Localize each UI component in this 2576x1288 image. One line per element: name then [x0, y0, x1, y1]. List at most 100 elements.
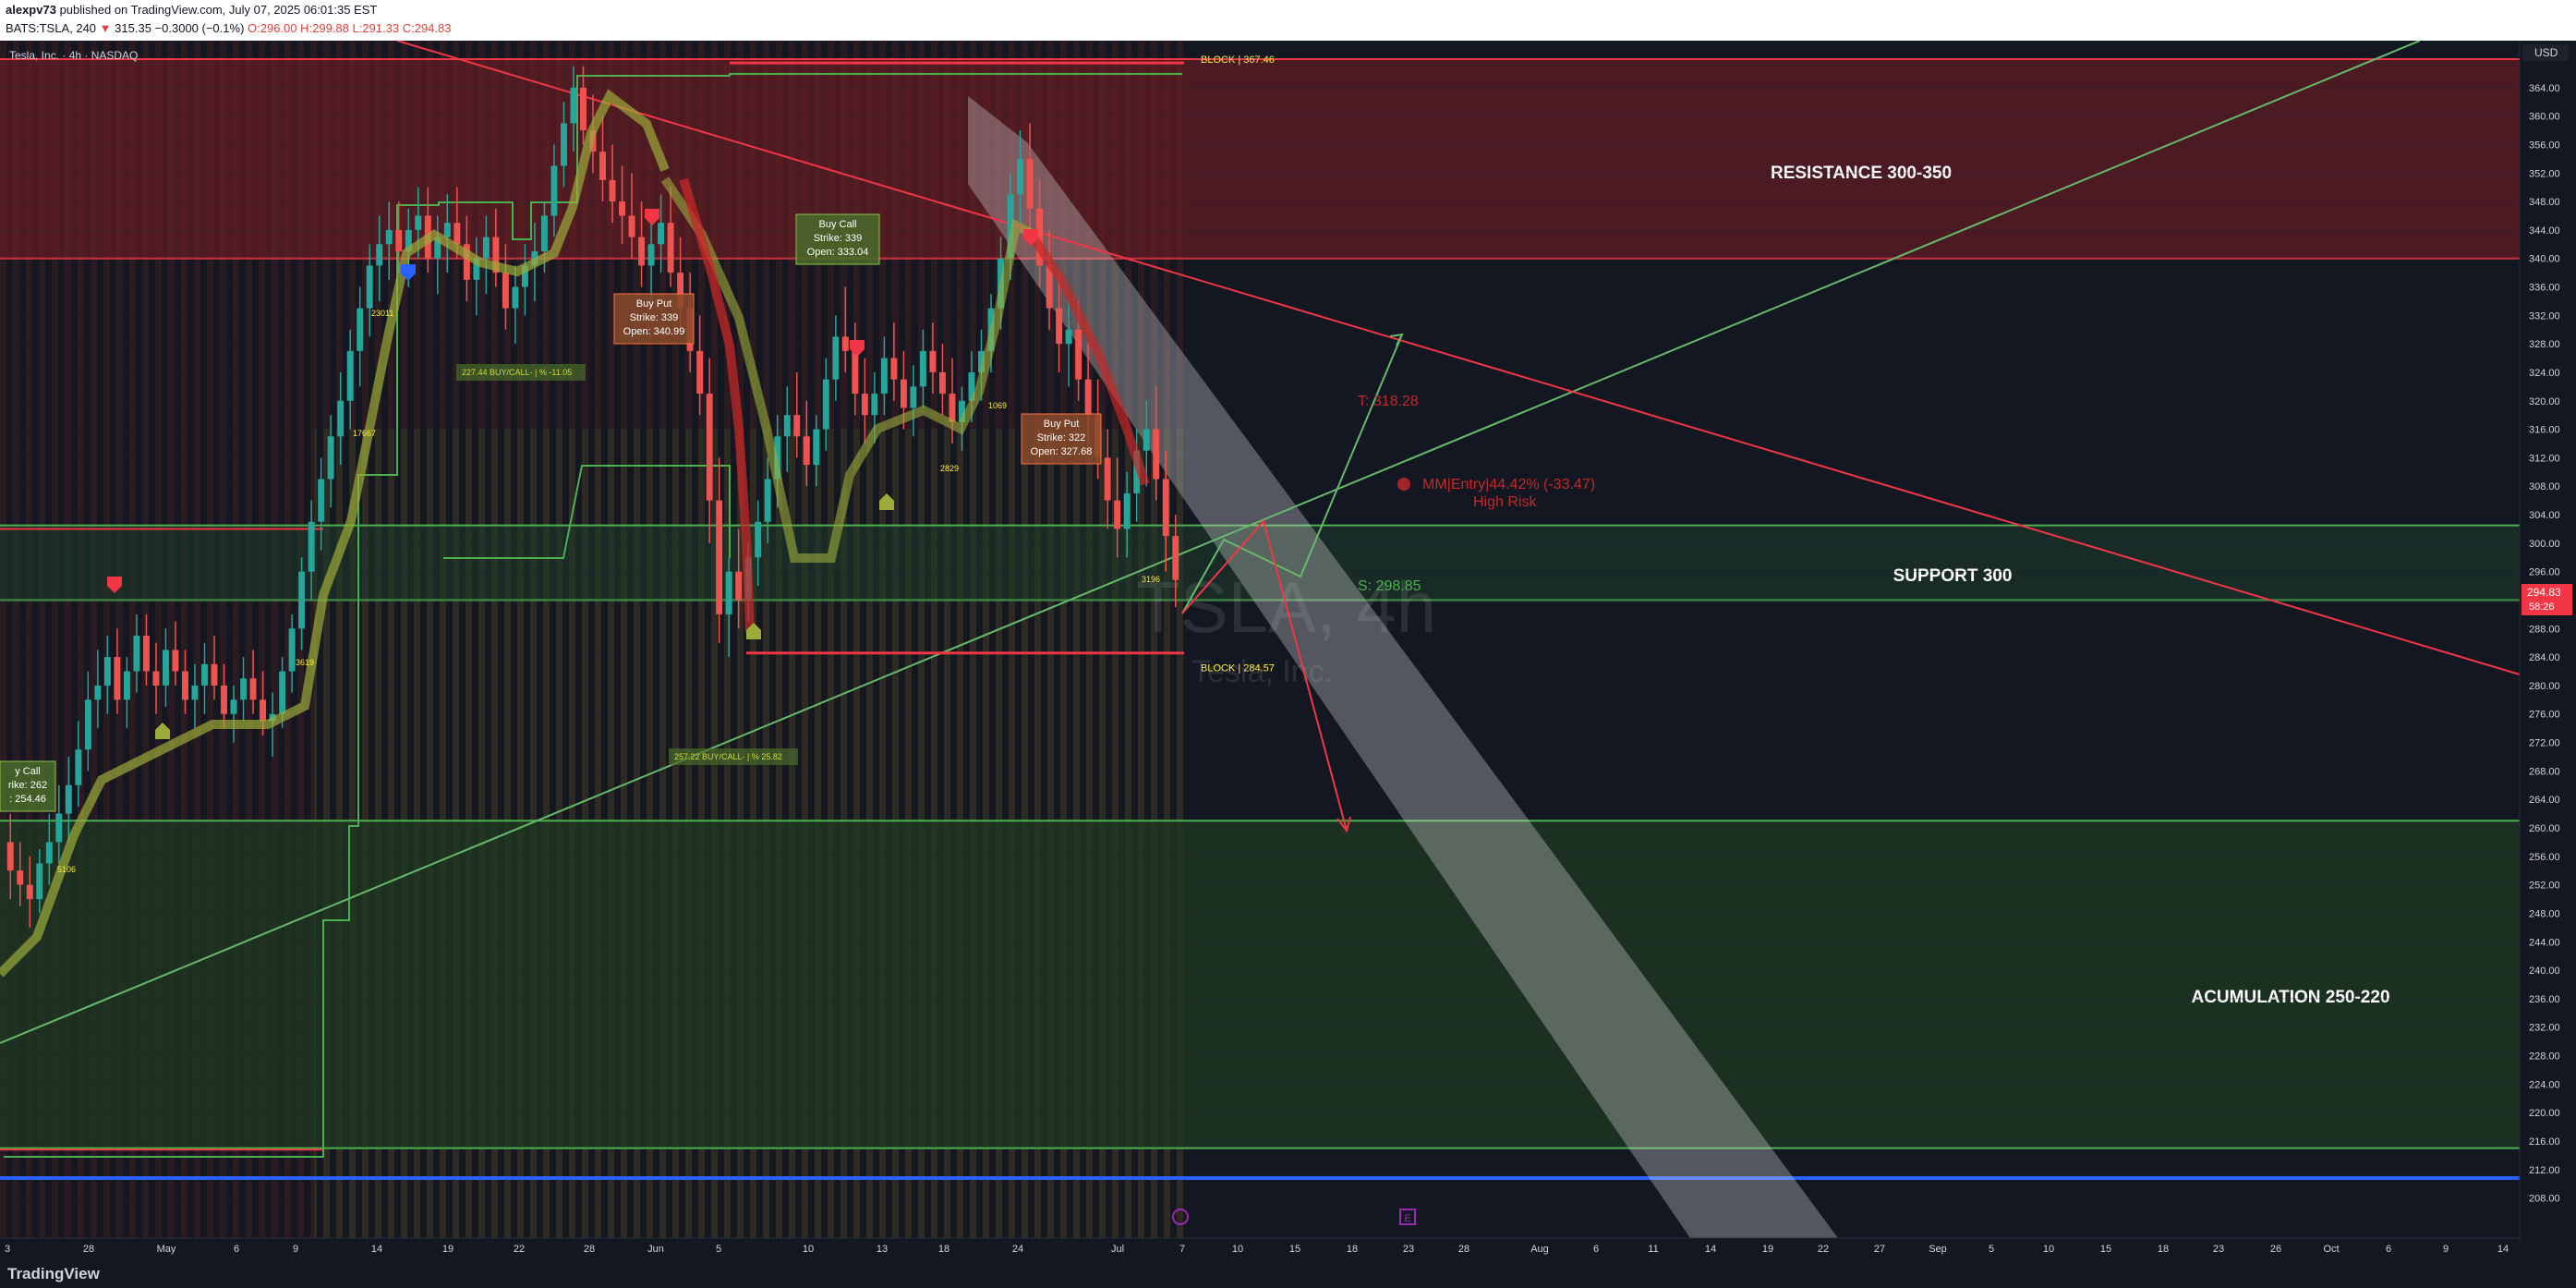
candle-body [841, 336, 849, 351]
x-tick-label: 5 [1989, 1244, 1994, 1255]
candle-body [667, 223, 674, 273]
trade-annotation: Buy Put Strike: 339 Open: 340.99 [613, 293, 695, 345]
annotation-open: : 254.46 [9, 794, 46, 805]
price-tag-value: 294.83 [2527, 586, 2561, 599]
y-tick-label: 352.00 [2529, 168, 2560, 179]
candle-body [123, 671, 130, 700]
y-tick-label: 328.00 [2529, 339, 2560, 350]
y-tick-label: 296.00 [2529, 567, 2560, 578]
candle-body [706, 394, 713, 501]
risk-note-line2: High Risk [1473, 494, 1537, 510]
candle-body [337, 400, 345, 437]
candle-body [900, 379, 907, 408]
candle-body [803, 436, 810, 466]
candle-body [346, 350, 354, 401]
x-tick-label: 27 [1874, 1244, 1885, 1255]
candle-body [191, 685, 199, 700]
candle-body [1026, 158, 1034, 209]
candle-body [1123, 492, 1131, 529]
volume-label: 23011 [371, 309, 393, 318]
x-tick-label: 15 [1289, 1244, 1300, 1255]
annotation-open: Open: 327.68 [1031, 446, 1093, 457]
candle-body [84, 699, 91, 750]
candle-body [133, 636, 140, 672]
candle-body [162, 650, 169, 686]
x-tick-label: May [157, 1244, 176, 1255]
candle-body [599, 152, 606, 180]
candle-body [628, 215, 635, 237]
zone-2 [0, 820, 2520, 1148]
y-tick-label: 216.00 [2529, 1136, 2560, 1148]
candle-body [182, 671, 188, 700]
x-tick-label: 28 [1458, 1244, 1469, 1255]
candle-body [1075, 329, 1082, 380]
candle-body [230, 699, 237, 714]
candle-body [570, 87, 577, 124]
x-tick-label: 6 [234, 1244, 239, 1255]
price-tag-countdown: 58:26 [2529, 601, 2555, 613]
publication-header: alexpv73 published on TradingView.com, J… [0, 0, 2576, 41]
candle-body [1017, 158, 1024, 195]
candle-body [638, 237, 646, 266]
annotation-title: Buy Put [636, 298, 672, 310]
candle-body [357, 308, 364, 351]
candle-body [735, 571, 743, 601]
candle-body [929, 350, 937, 372]
y-tick-label: 228.00 [2529, 1051, 2560, 1063]
currency-label: USD [2534, 46, 2558, 59]
candle-body [201, 663, 208, 686]
y-tick-label: 344.00 [2529, 225, 2560, 237]
price-chart[interactable]: RESISTANCE 300-350SUPPORT 300ACUMULATION… [0, 41, 2576, 1258]
earnings-event-letter: E [1404, 1213, 1410, 1224]
candle-body [871, 394, 878, 416]
candle-body [45, 842, 53, 864]
candle-body [949, 394, 956, 422]
candle-body [279, 671, 286, 714]
candle-body [142, 636, 150, 672]
candle-body [327, 436, 334, 480]
candle-body [938, 371, 946, 395]
candle-body [298, 571, 306, 629]
candle-body [1065, 329, 1072, 345]
chart-title: Tesla, Inc. · 4h · NASDAQ [9, 49, 138, 62]
candle-body [17, 870, 24, 885]
candle-body [512, 286, 519, 309]
candle-body [415, 215, 422, 230]
x-tick-label: 22 [1818, 1244, 1829, 1255]
candle-body [366, 265, 373, 309]
x-tick-label: Aug [1530, 1244, 1549, 1255]
annotation-open: Open: 340.99 [623, 326, 685, 337]
annotation-strike: rike: 262 [8, 780, 47, 791]
candle-body [1162, 479, 1169, 537]
y-tick-label: 264.00 [2529, 795, 2560, 806]
candle-body [658, 223, 665, 245]
candle-body [832, 336, 840, 380]
y-tick-label: 300.00 [2529, 539, 2560, 550]
candle-body [26, 884, 33, 900]
x-tick-label: 5 [716, 1244, 721, 1255]
x-tick-label: 11 [1648, 1244, 1658, 1255]
tradingview-logo[interactable]: TradingView [7, 1265, 100, 1283]
y-tick-label: 224.00 [2529, 1079, 2560, 1090]
y-tick-label: 240.00 [2529, 966, 2560, 977]
candle-body [919, 350, 926, 387]
x-tick-label: 15 [2100, 1244, 2111, 1255]
x-tick-label: 18 [1347, 1244, 1358, 1255]
candle-body [36, 863, 43, 900]
y-tick-label: 256.00 [2529, 852, 2560, 863]
y-tick-label: 332.00 [2529, 310, 2560, 322]
x-tick-label: 28 [584, 1244, 595, 1255]
y-tick-label: 272.00 [2529, 738, 2560, 749]
x-tick-label: 7 [1179, 1244, 1185, 1255]
x-tick-label: 14 [1705, 1244, 1716, 1255]
candle-body [103, 657, 111, 686]
candle-body [240, 678, 248, 700]
x-tick-label: 10 [1232, 1244, 1243, 1255]
y-tick-label: 236.00 [2529, 994, 2560, 1005]
y-tick-label: 340.00 [2529, 254, 2560, 265]
zone-label-1: SUPPORT 300 [1893, 566, 2013, 586]
candle-body [502, 273, 509, 309]
y-tick-label: 288.00 [2529, 624, 2560, 635]
publisher-name[interactable]: alexpv73 [6, 3, 56, 17]
candle-body [1084, 379, 1092, 416]
